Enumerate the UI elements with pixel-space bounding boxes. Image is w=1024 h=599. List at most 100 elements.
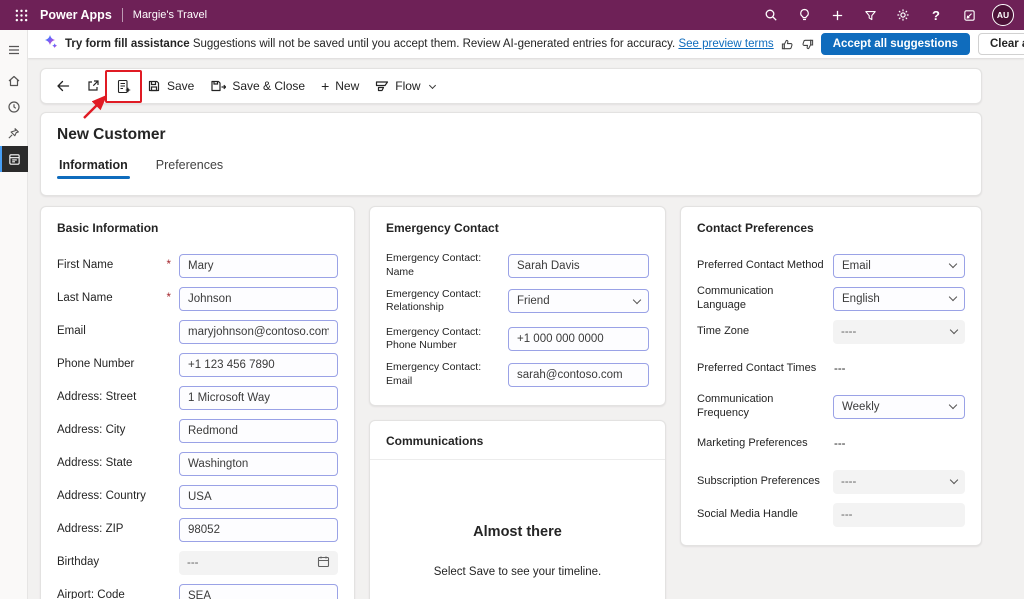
field-label: Emergency Contact: Email [386,361,502,387]
marketing-preferences-value[interactable]: --- [833,438,965,450]
communication-language-dropdown[interactable]: English [833,287,965,311]
field-label: Communication Language [697,285,825,313]
chevron-down-icon [949,401,957,409]
flow-button[interactable]: Flow [368,74,441,98]
emergency-email-input[interactable] [508,363,649,387]
address-zip-input[interactable] [179,518,338,542]
preview-terms-link[interactable]: See preview terms [678,38,773,50]
field-label: Address: ZIP [57,522,123,536]
preferred-contact-method-dropdown[interactable]: Email [833,254,965,278]
field-row: Time Zone ---- [697,315,965,348]
emergency-contact-section: Emergency Contact Emergency Contact: Nam… [369,206,666,406]
command-bar: Save Save & Close + New Flow [40,68,982,104]
field-row: Address: State [57,447,338,480]
field-label: Preferred Contact Times [697,362,816,376]
popout-button[interactable] [79,74,107,98]
divider [122,8,123,22]
filter-icon[interactable] [857,2,883,28]
field-row: Address: City [57,414,338,447]
copilot-icon [42,34,58,55]
environment-name[interactable]: Margie's Travel [133,9,207,21]
form-fill-assistance-icon [116,79,131,94]
communication-frequency-dropdown[interactable]: Weekly [833,395,965,419]
field-label: Phone Number [57,357,134,371]
left-nav-rail [0,30,28,599]
settings-gear-icon[interactable] [890,2,916,28]
app-launcher-icon[interactable] [6,0,36,30]
field-label: Last Name [57,291,113,305]
banner-text: Try form fill assistance Suggestions wil… [65,38,774,50]
address-city-input[interactable] [179,419,338,443]
new-button[interactable]: + New [314,74,366,98]
field-row: Emergency Contact: Name [386,249,649,282]
app-name[interactable]: Power Apps [40,8,112,22]
field-row: Address: ZIP [57,513,338,546]
section-title: Basic Information [57,221,338,235]
communications-section: Communications Almost there Select Save … [369,420,666,599]
time-zone-dropdown: ---- [833,320,965,344]
field-label: Address: Country [57,489,146,503]
field-label: Email [57,324,86,338]
chevron-down-icon [633,295,641,303]
first-name-input[interactable] [179,254,338,278]
chevron-down-icon [950,476,958,484]
calendar-icon [317,555,330,571]
search-icon[interactable] [758,2,784,28]
thumbs-down-icon[interactable] [801,33,814,55]
field-label: Emergency Contact: Relationship [386,288,502,314]
emergency-relationship-dropdown[interactable]: Friend [508,289,649,313]
main-content: Save Save & Close + New Flow New Custome… [28,58,1024,599]
thumbs-up-icon[interactable] [781,33,794,55]
lightbulb-icon[interactable] [791,2,817,28]
back-button[interactable] [49,74,77,98]
save-and-close-button[interactable]: Save & Close [203,74,312,98]
address-country-input[interactable] [179,485,338,509]
accept-all-suggestions-button[interactable]: Accept all suggestions [821,33,970,55]
tab-preferences[interactable]: Preferences [154,158,225,179]
feedback-icon[interactable] [956,2,982,28]
field-row: Communication Language English [697,282,965,315]
clear-all-suggestions-button[interactable]: Clear all suggestions [978,33,1024,55]
emergency-name-input[interactable] [508,254,649,278]
quick-create-icon[interactable] [824,2,850,28]
recent-clock-icon[interactable] [0,94,28,120]
field-row: Airport: Code [57,579,338,599]
phone-number-input[interactable] [179,353,338,377]
field-label: Social Media Handle [697,508,798,522]
hamburger-menu-icon[interactable] [0,37,28,63]
social-media-handle-field: --- [833,503,965,527]
section-title: Contact Preferences [697,221,965,235]
last-name-input[interactable] [179,287,338,311]
account-avatar[interactable]: AU [992,4,1014,26]
emergency-phone-input[interactable] [508,327,649,351]
top-app-bar: Power Apps Margie's Travel ? AU [0,0,1024,30]
address-state-input[interactable] [179,452,338,476]
field-label: Preferred Contact Method [697,259,824,273]
form-fill-assistance-button[interactable] [109,74,138,99]
airport-code-input[interactable] [179,584,338,599]
chevron-down-icon [949,293,957,301]
contact-preferences-section: Contact Preferences Preferred Contact Me… [680,206,982,546]
save-icon [147,79,161,93]
plus-icon: + [321,81,329,91]
form-columns: Basic Information First Name* Last Name*… [40,206,982,599]
email-input[interactable] [179,320,338,344]
home-icon[interactable] [0,68,28,94]
help-icon[interactable]: ? [923,2,949,28]
field-label: Communication Frequency [697,393,825,421]
page-title: New Customer [57,126,965,144]
field-row: Address: Street [57,381,338,414]
field-row: Subscription Preferences ---- [697,465,965,498]
field-label: Address: State [57,456,132,470]
field-row: Email [57,315,338,348]
pinned-icon[interactable] [0,120,28,146]
field-label: Emergency Contact: Phone Number [386,326,502,352]
preferred-contact-times-value[interactable]: --- [833,363,965,375]
middle-column: Emergency Contact Emergency Contact: Nam… [369,206,666,599]
field-row: Birthday --- [57,546,338,579]
save-button[interactable]: Save [140,74,201,98]
address-street-input[interactable] [179,386,338,410]
required-marker: * [164,291,171,305]
tab-information[interactable]: Information [57,158,130,179]
form-entity-icon[interactable] [0,146,28,172]
